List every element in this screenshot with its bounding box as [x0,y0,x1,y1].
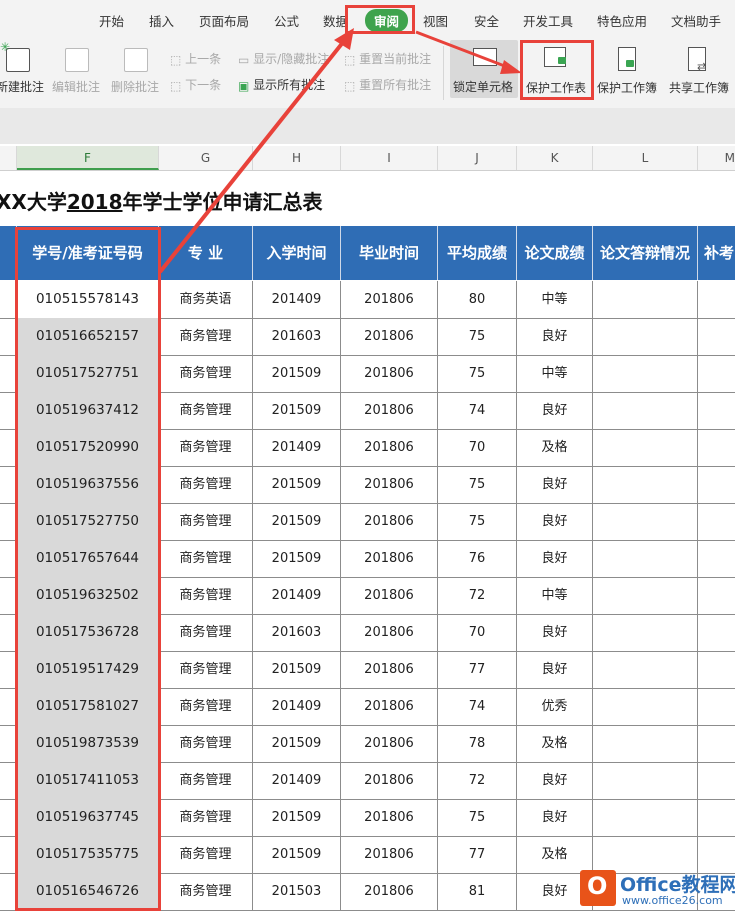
office26-watermark: O Office教程网 www.office26.com [566,864,735,917]
watermark-brand: Office教程网 [620,874,735,896]
office-logo-icon: O [580,870,616,906]
watermark-url: www.office26.com [622,894,723,907]
annotation-arrows [158,28,522,274]
